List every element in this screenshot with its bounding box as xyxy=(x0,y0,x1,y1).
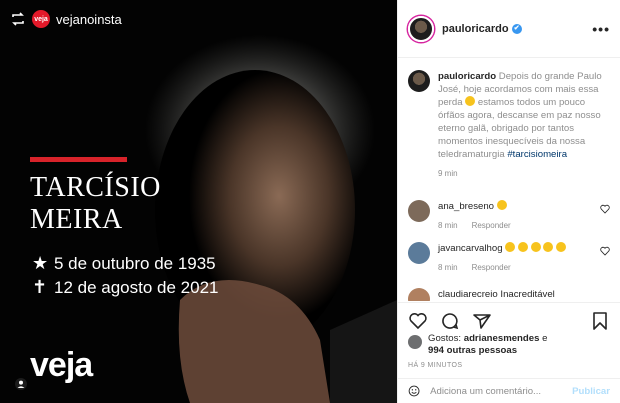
birth-date: 5 de outubro de 1935 xyxy=(54,253,216,273)
likes-connector: e xyxy=(542,333,548,344)
likes-prefix: Gostos: xyxy=(428,333,462,344)
name-line-1: TARCÍSIO xyxy=(30,172,161,203)
comment-bar: Publicar xyxy=(398,378,620,403)
repost-attribution[interactable]: veja vejanoinsta xyxy=(10,10,122,28)
emoji-smile-icon[interactable] xyxy=(408,383,420,399)
post-sidebar: pauloricardo ✔ ••• pauloricardo Depois do… xyxy=(397,0,620,403)
repost-icon xyxy=(12,12,24,26)
commenter-username[interactable]: claudiarecreio xyxy=(438,289,498,300)
veja-avatar: veja xyxy=(32,10,50,28)
comment-time: 8 min xyxy=(438,263,458,272)
sad-face-emoji-icon xyxy=(530,242,541,252)
liker-avatar[interactable] xyxy=(408,335,422,349)
caption-text: pauloricardo Depois do grande Paulo José… xyxy=(438,71,602,160)
caption: pauloricardo Depois do grande Paulo José… xyxy=(398,58,620,178)
reply-button[interactable]: Responder xyxy=(472,219,511,232)
sad-face-emoji-icon xyxy=(505,242,516,252)
death-date: 12 de agosto de 2021 xyxy=(54,277,219,297)
birth-date-line: ★ 5 de outubro de 1935 xyxy=(32,253,216,274)
headline-name: TARCÍSIO MEIRA xyxy=(30,172,161,236)
comment-item: javancarvalhog 8 min Responder xyxy=(408,242,610,274)
star-icon: ★ xyxy=(32,253,49,273)
comment-item: claudiarecreio Inacreditável xyxy=(408,288,610,301)
caption-username[interactable]: pauloricardo xyxy=(438,71,496,82)
veja-logo: veja xyxy=(30,346,93,384)
tagged-users-icon[interactable] xyxy=(15,378,27,390)
like-heart-icon[interactable] xyxy=(408,311,428,331)
caption-time: 9 min xyxy=(438,169,458,178)
commenter-avatar[interactable] xyxy=(408,288,430,301)
likes-others-link[interactable]: 994 outras pessoas xyxy=(428,345,517,356)
comment-bubble-icon[interactable] xyxy=(440,311,460,331)
share-paper-plane-icon[interactable] xyxy=(472,311,492,331)
accent-rule xyxy=(30,157,127,162)
comment-text: Inacreditável xyxy=(500,289,555,300)
avatar[interactable] xyxy=(408,15,434,42)
liker-username[interactable]: adrianesmendes xyxy=(464,333,540,344)
sad-face-emoji-icon xyxy=(517,242,528,252)
sad-face-emoji-icon xyxy=(496,200,507,210)
sad-face-emoji-icon xyxy=(555,242,566,252)
comment-time: 8 min xyxy=(438,221,458,230)
cross-icon: ✝ xyxy=(32,277,48,297)
likes-summary: Gostos: adrianesmendes e 994 outras pess… xyxy=(408,333,547,357)
verified-icon: ✔ xyxy=(511,23,522,34)
commenter-username[interactable]: javancarvalhog xyxy=(438,243,503,254)
commenter-avatar[interactable] xyxy=(408,200,430,222)
post-actions xyxy=(398,302,620,332)
save-bookmark-icon[interactable] xyxy=(590,311,610,331)
caption-avatar[interactable] xyxy=(408,70,430,92)
more-options-icon[interactable]: ••• xyxy=(592,21,610,37)
comment-input[interactable] xyxy=(430,385,563,397)
post-header: pauloricardo ✔ ••• xyxy=(398,0,620,58)
sad-face-emoji-icon xyxy=(543,242,554,252)
reply-button[interactable]: Responder xyxy=(472,261,511,274)
publish-button[interactable]: Publicar xyxy=(572,386,610,397)
hashtag-link[interactable]: #tarcisiomeira xyxy=(507,149,567,160)
sad-face-emoji-icon xyxy=(465,96,476,106)
commenter-avatar[interactable] xyxy=(408,242,430,264)
death-date-line: ✝ 12 de agosto de 2021 xyxy=(32,277,218,298)
name-line-2: MEIRA xyxy=(30,204,123,235)
post-timestamp: HÁ 9 MINUTOS xyxy=(408,362,463,369)
comment-item: ana_breseno 8 min Responder xyxy=(408,200,610,232)
commenter-username[interactable]: ana_breseno xyxy=(438,201,494,212)
post-image[interactable]: veja vejanoinsta TARCÍSIO MEIRA ★ 5 de o… xyxy=(0,0,397,403)
like-comment-heart-icon[interactable] xyxy=(600,204,610,214)
like-comment-heart-icon[interactable] xyxy=(600,246,610,256)
header-username[interactable]: pauloricardo ✔ xyxy=(442,23,522,35)
repost-handle[interactable]: vejanoinsta xyxy=(56,12,122,27)
